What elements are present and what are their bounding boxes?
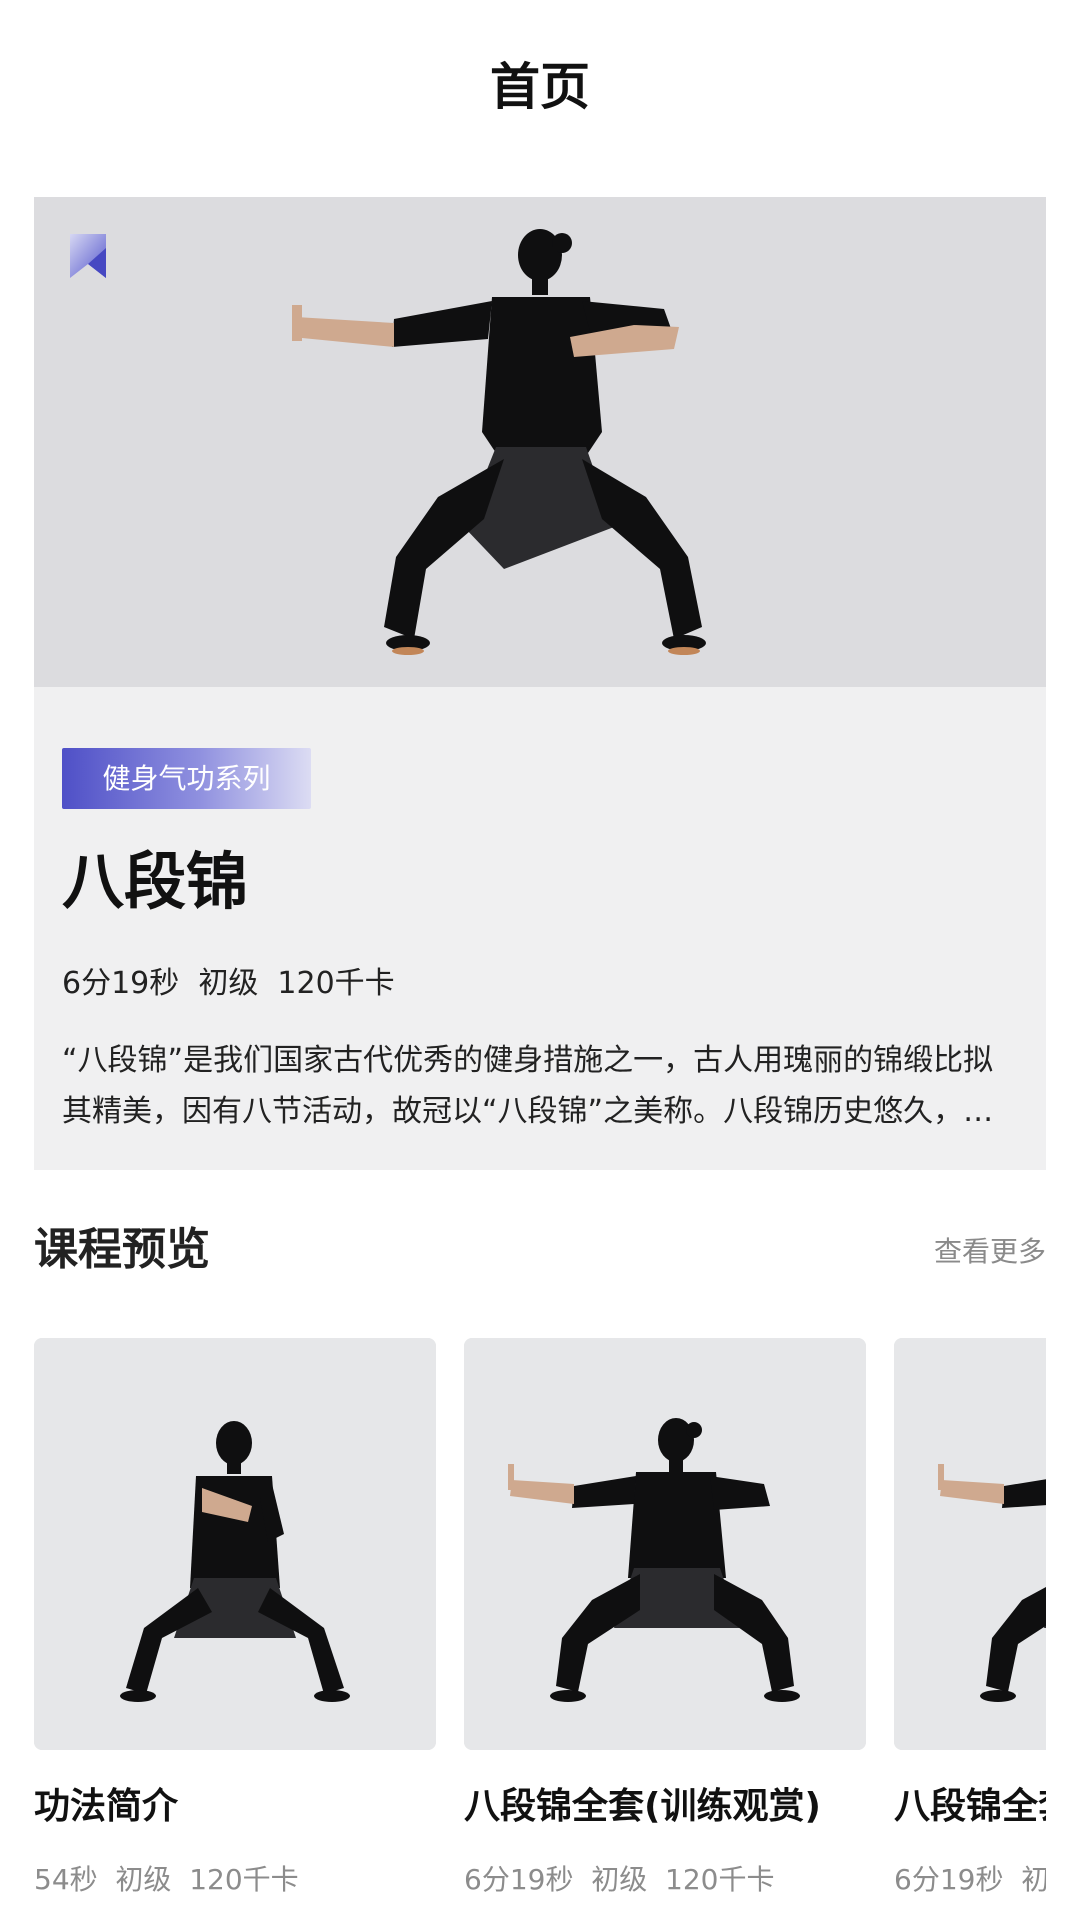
featured-course-card[interactable]: 健身气功系列 八段锦 6分19秒 初级 120千卡 “八段锦”是我们国家古代优秀… — [34, 197, 1046, 1170]
see-more-link[interactable]: 查看更多 — [934, 1232, 1046, 1272]
preview-card[interactable]: 八段锦全套(训练观赏) 6分19秒 初级 120千卡 — [464, 1338, 866, 1900]
bookmark-icon — [70, 234, 106, 278]
preview-card-title: 八段锦全套 — [894, 1786, 1046, 1827]
course-meta: 6分19秒 初级 120千卡 — [62, 966, 395, 1001]
preview-card[interactable]: 功法简介 54秒 初级 120千卡 — [34, 1338, 436, 1900]
preview-card-title: 功法简介 — [34, 1786, 179, 1827]
preview-card-title: 八段锦全套(训练观赏) — [464, 1786, 821, 1827]
preview-thumbnail — [34, 1338, 436, 1750]
preview-card-meta: 6分19秒 初级 120千卡 — [464, 1863, 775, 1896]
course-description: “八段锦”是我们国家古代优秀的健身措施之一，古人用瑰丽的锦缎比拟其精美，因有八节… — [62, 1043, 994, 1129]
course-title: 八段锦 — [62, 845, 249, 918]
preview-card-meta: 54秒 初级 120千卡 — [34, 1863, 299, 1896]
page-title: 首页 — [490, 58, 590, 116]
series-badge: 健身气功系列 — [62, 748, 311, 809]
preview-card[interactable]: 八段锦全套 6分19秒 初级 — [894, 1338, 1046, 1900]
featured-course-image — [34, 197, 1046, 687]
course-preview-list[interactable]: 功法简介 54秒 初级 120千卡 八段锦全套(训练观赏) 6分19秒 初级 1… — [34, 1338, 1046, 1920]
section-title-preview: 课程预览 — [34, 1224, 210, 1275]
preview-thumbnail — [464, 1338, 866, 1750]
preview-thumbnail — [894, 1338, 1046, 1750]
preview-card-meta: 6分19秒 初级 — [894, 1863, 1046, 1896]
